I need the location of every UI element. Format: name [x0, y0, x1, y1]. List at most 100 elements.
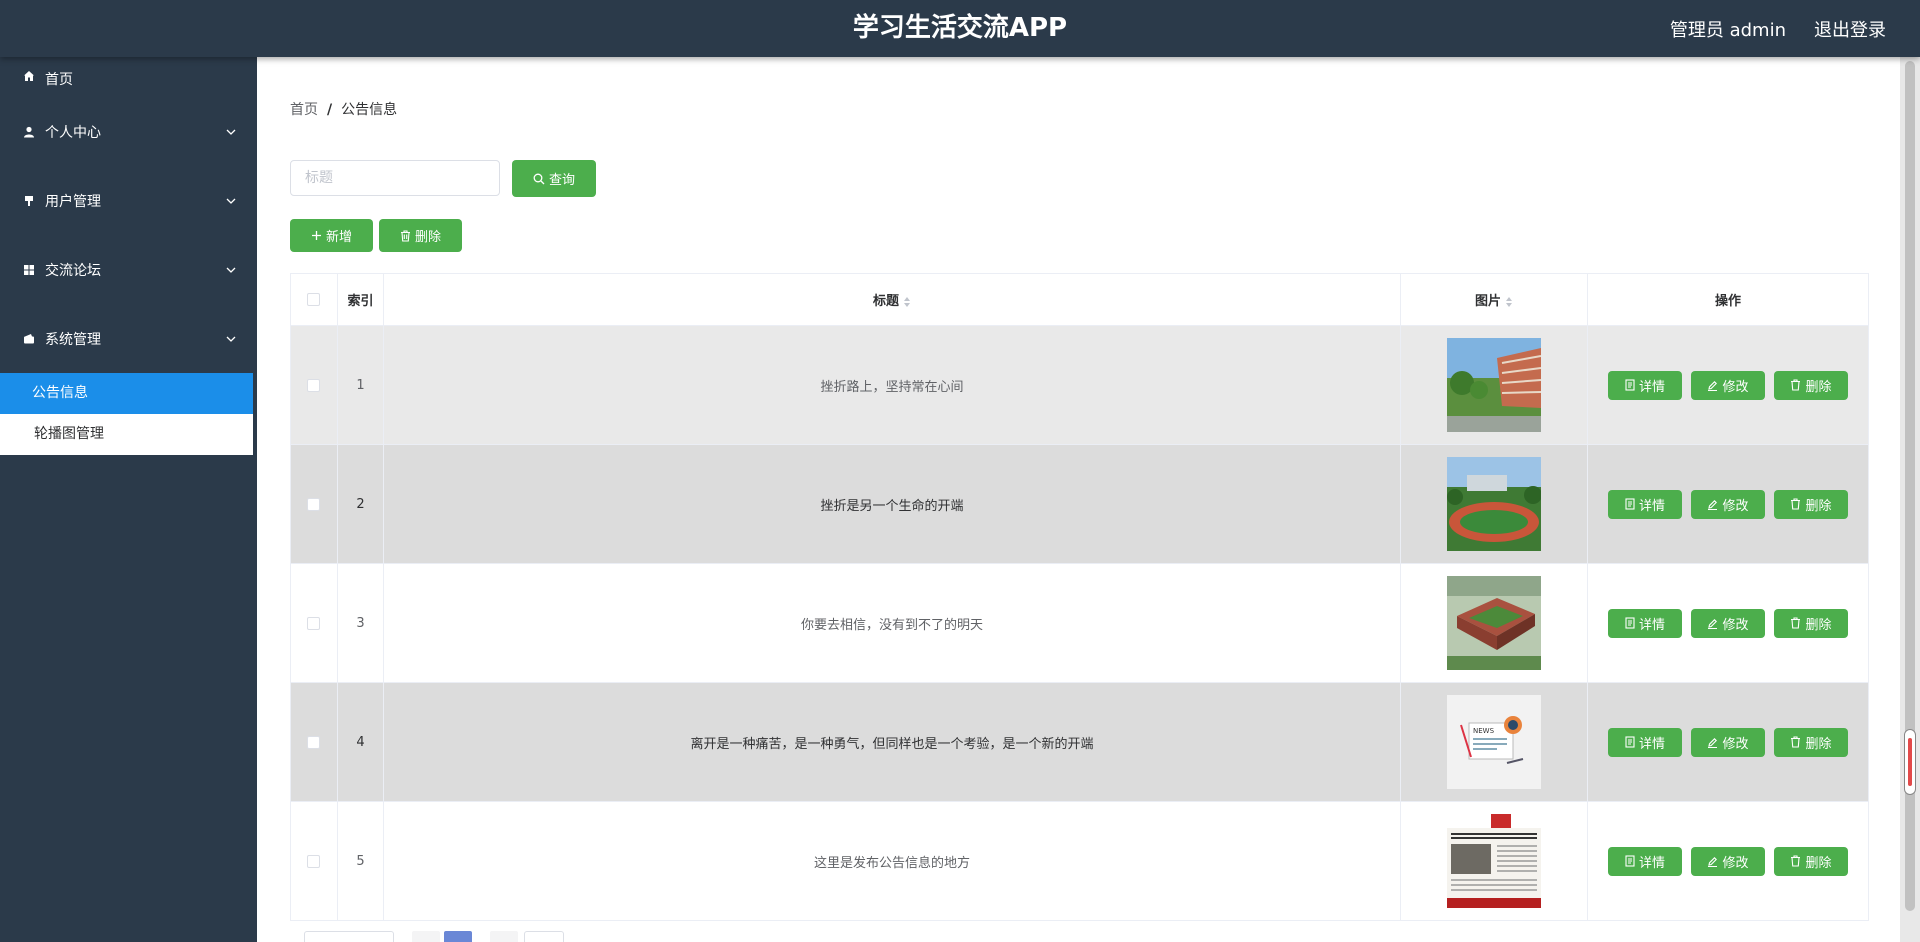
table-row: 4 离开是一种痛苦，是一种勇气，但同样也是一个考验，是一个新的开端 NEWS 详…	[290, 682, 1869, 802]
campus-aerial-photo[interactable]	[1447, 576, 1542, 670]
select-all-checkbox[interactable]	[307, 293, 321, 306]
prev-page-button[interactable]	[412, 931, 440, 942]
edit-button[interactable]: 修改	[1691, 727, 1765, 757]
row-actions: 详情 修改 删除	[1587, 563, 1869, 683]
row-checkbox[interactable]	[307, 735, 321, 749]
sidebar-item-forum[interactable]: 交流论坛	[0, 235, 253, 304]
detail-button[interactable]: 详情	[1608, 846, 1682, 876]
sidebar-item-users[interactable]: 用户管理	[0, 166, 253, 235]
trash-icon	[400, 229, 410, 242]
detail-button[interactable]: 详情	[1608, 489, 1682, 519]
page-jump-input[interactable]	[524, 931, 564, 942]
users-manage-icon	[22, 194, 36, 208]
user-info: 管理员 admin 退出登录	[1642, 0, 1920, 57]
row-title: 离开是一种痛苦，是一种勇气，但同样也是一个考验，是一个新的开端	[382, 682, 1402, 802]
delete-button[interactable]: 删除	[1774, 727, 1848, 757]
row-index: 2	[336, 444, 384, 564]
detail-button[interactable]: 详情	[1608, 608, 1682, 638]
sidebar-item-label: 用户管理	[45, 193, 101, 210]
detail-label: 详情	[1638, 617, 1665, 633]
detail-label: 详情	[1638, 498, 1665, 514]
row-title: 挫折路上，坚持常在心间	[382, 325, 1402, 445]
news-illustration[interactable]: NEWS	[1447, 695, 1542, 789]
batch-delete-button[interactable]: 删除	[379, 219, 462, 252]
detail-button[interactable]: 详情	[1608, 727, 1682, 757]
title-search-input[interactable]	[290, 160, 500, 196]
delete-button[interactable]: 删除	[1774, 489, 1848, 519]
page-number-current[interactable]	[444, 931, 472, 942]
table-row: 2 挫折是另一个生命的开端 详情 修改 删除	[290, 444, 1869, 564]
sidebar-item-system[interactable]: 系统管理	[0, 304, 253, 373]
edit-button[interactable]: 修改	[1691, 846, 1765, 876]
row-image-cell	[1400, 325, 1589, 445]
delete-label: 删除	[1805, 855, 1832, 871]
header-actions: 操作	[1587, 273, 1869, 326]
logout-button[interactable]: 退出登录	[1814, 16, 1886, 42]
campus-building-photo[interactable]	[1447, 338, 1542, 432]
home-icon	[22, 69, 36, 83]
row-checkbox[interactable]	[307, 378, 321, 392]
wallet-icon	[22, 332, 36, 346]
edit-label: 修改	[1722, 736, 1749, 752]
page-scrollbar[interactable]	[1900, 57, 1920, 942]
add-button[interactable]: 新增	[290, 219, 373, 252]
page-size-select[interactable]	[304, 931, 394, 942]
edit-button[interactable]: 修改	[1691, 489, 1765, 519]
edit-button[interactable]: 修改	[1691, 370, 1765, 400]
row-index: 3	[336, 563, 384, 683]
svg-text:NEWS: NEWS	[1473, 727, 1495, 735]
row-checkbox[interactable]	[307, 497, 321, 511]
main-content: 首页 / 公告信息 查询 新增 删除 索引 标题 图片 操作	[257, 57, 1900, 942]
row-checkbox[interactable]	[307, 854, 321, 868]
submenu-item-notices[interactable]: 公告信息	[0, 373, 253, 414]
grid-icon	[22, 263, 36, 277]
system-submenu: 公告信息 轮播图管理	[0, 373, 253, 455]
header-title[interactable]: 标题	[382, 273, 1402, 326]
header-image[interactable]: 图片	[1400, 273, 1589, 326]
row-image-cell	[1400, 444, 1589, 564]
row-index: 4	[336, 682, 384, 802]
edit-button[interactable]: 修改	[1691, 608, 1765, 638]
sidebar-item-personal[interactable]: 个人中心	[0, 97, 253, 166]
table-row: 1 挫折路上，坚持常在心间 详情 修改 删除	[290, 325, 1869, 445]
sidebar-item-home[interactable]: 首页	[0, 57, 253, 97]
document-icon	[1625, 379, 1635, 391]
sidebar: 首页 个人中心 用户管理 交流论坛 系统管理 公告信息 轮播图管理	[0, 57, 253, 942]
newspaper-photo[interactable]	[1447, 814, 1542, 908]
row-title: 挫折是另一个生命的开端	[382, 444, 1402, 564]
row-actions: 详情 修改 删除	[1587, 682, 1869, 802]
admin-user-label[interactable]: 管理员 admin	[1670, 16, 1786, 42]
breadcrumb: 首页 / 公告信息	[290, 99, 397, 119]
add-button-label: 新增	[325, 230, 352, 245]
row-actions: 详情 修改 删除	[1587, 801, 1869, 921]
row-title: 这里是发布公告信息的地方	[382, 801, 1402, 921]
delete-label: 删除	[1805, 736, 1832, 752]
sidebar-item-label: 系统管理	[45, 331, 101, 348]
trash-icon	[1791, 379, 1801, 391]
query-button-label: 查询	[548, 173, 575, 188]
delete-label: 删除	[1805, 379, 1832, 395]
trash-icon	[1791, 617, 1801, 629]
sidebar-item-label: 交流论坛	[45, 262, 101, 279]
sports-field-photo[interactable]	[1447, 457, 1542, 551]
breadcrumb-home[interactable]: 首页	[290, 102, 318, 118]
sort-icon[interactable]	[903, 296, 911, 308]
row-index: 5	[336, 801, 384, 921]
delete-button[interactable]: 删除	[1774, 370, 1848, 400]
row-checkbox[interactable]	[307, 616, 321, 630]
next-page-button[interactable]	[490, 931, 518, 942]
row-title: 你要去相信，没有到不了的明天	[382, 563, 1402, 683]
delete-button[interactable]: 删除	[1774, 846, 1848, 876]
submenu-item-carousel[interactable]: 轮播图管理	[0, 414, 253, 455]
delete-button[interactable]: 删除	[1774, 608, 1848, 638]
detail-button[interactable]: 详情	[1608, 370, 1682, 400]
chevron-down-icon	[226, 198, 236, 204]
query-button[interactable]: 查询	[512, 160, 596, 197]
sort-icon[interactable]	[1505, 296, 1513, 308]
row-index: 1	[336, 325, 384, 445]
scrollbar-thumb[interactable]	[1904, 729, 1916, 795]
sidebar-item-label: 个人中心	[45, 124, 101, 141]
chevron-down-icon	[226, 336, 236, 342]
chevron-down-icon	[226, 129, 236, 135]
user-icon	[22, 125, 36, 139]
